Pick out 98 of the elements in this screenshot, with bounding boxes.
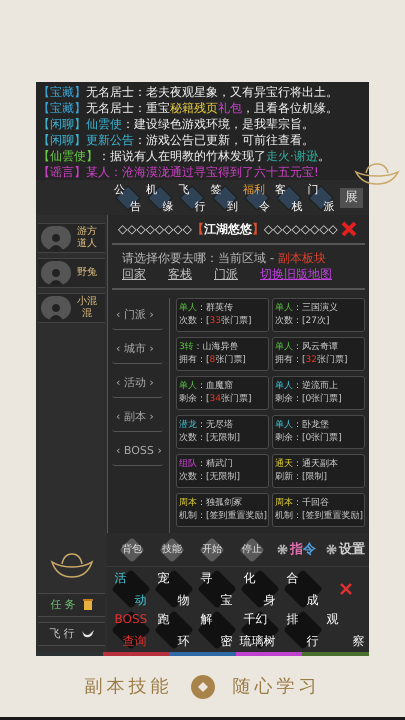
avatar-icon [41,226,71,250]
menu-button[interactable]: 宠 物 [154,571,192,608]
dungeon-info: 剩余：[0张门票] [275,393,343,406]
dungeon-card[interactable]: 单人：血魔窟 剩余：[34张门票] [176,376,269,410]
dungeon-card[interactable]: 潜龙：无尽塔 次数：[无限制] [176,415,269,449]
tab-strip-segment[interactable] [302,652,369,656]
category-tab[interactable]: ‹ BOSS › [112,438,163,466]
menu-button[interactable]: 活 动 [112,571,150,608]
dungeon-info: 剩余：[34张门票] [179,393,252,406]
map-link[interactable]: 切换旧版地图 [260,267,332,282]
chat-message: 【宝藏】无名居士：重宝秘籍残页礼包，且看各位机缘。 [38,100,339,116]
avatar-icon [41,296,71,320]
side-button[interactable]: 飞行 [38,622,105,646]
nav-button[interactable]: 机 缘 [146,182,174,212]
nav-button[interactable]: 门 派 [307,182,335,212]
prompt-text: 请选择你要去哪：当前区域 - 副本板块 [122,251,327,266]
map-link[interactable]: 门派 [214,267,238,282]
dungeon-info: 机制：[签到重置奖励] [179,510,266,523]
nav-button[interactable]: 客 栈 [275,182,302,212]
npc-card[interactable]: 野兔 [38,258,105,288]
nav-button[interactable]: 公 告 [114,182,142,212]
nav-button[interactable]: 签 到 [210,182,238,212]
menu-button[interactable]: 解 密 [198,612,236,648]
tab-strip-segment[interactable] [169,652,236,656]
scroll-icon [82,599,92,611]
dungeon-card[interactable]: 单人：逆流而上 剩余：[0张门票] [272,376,365,410]
dungeon-name: 潜龙：无尽塔 [179,419,234,432]
menu-button[interactable]: 千幻 琉璃树 [240,612,278,648]
dungeon-card[interactable]: 组队：精武门 次数：[无限制] [176,454,269,488]
npc-card[interactable]: 小混混 [38,293,105,323]
menu-button[interactable]: 化 身 [240,571,278,608]
dungeon-name: 单人：血魔窟 [179,380,234,393]
dungeon-card[interactable]: 通天：通天副本 刷新：[限制] [272,454,365,488]
chat-message: 【仙雲使】：据说有人在明教的竹林发现了走火·谢逊。 [38,148,331,164]
dialog-title: ◇◇◇◇◇◇◇◇【江湖悠悠】◇◇◇◇◇◇◇◇ [118,221,338,238]
nav-button[interactable]: 福利 令 [242,182,270,212]
dungeon-name: 单人：逆流而上 [275,380,339,393]
dungeon-info: 次数：[27次] [275,315,330,328]
dungeon-name: 周本：独孤剑冢 [179,497,243,510]
dungeon-name: 通天：通天副本 [275,458,339,471]
tab-strip-segment[interactable] [102,652,170,656]
gear-icon [277,544,288,555]
dungeon-card[interactable]: 单人：卧龙堡 剩余：[0张门票] [272,415,365,449]
map-link[interactable]: 回家 [122,267,146,282]
tab-strip-segment[interactable] [36,652,103,656]
dungeon-info: 拥有：[32张门票] [275,354,348,367]
dungeon-info: 机制：[签到重置奖励] [275,510,362,523]
menu-button[interactable]: 合 成 [284,571,322,608]
category-tab[interactable]: ‹ 副本 › [112,404,163,432]
command-button[interactable]: 设置 [326,536,365,562]
dungeon-name: 单人：群英传 [179,302,234,315]
ingot-drawing [48,552,94,580]
npc-name: 野兔 [76,267,98,279]
dungeon-card[interactable]: 3转：山海异兽 拥有：[8张门票] [176,337,269,371]
dungeon-info: 拥有：[8张门票] [179,354,247,367]
dungeon-name: 组队：精武门 [179,458,234,471]
dungeon-name: 3转：山海异兽 [179,341,240,354]
avatar-icon [41,261,71,285]
close-button[interactable] [339,219,359,239]
dungeon-info: 次数：[33张门票] [179,315,252,328]
caption-text: 随心学习 [232,675,320,699]
dungeon-card[interactable]: 周本：独孤剑冢 机制：[签到重置奖励] [176,493,269,527]
npc-name: 小混混 [76,296,98,320]
dungeon-name: 单人：卧龙堡 [275,419,330,432]
dungeon-info: 刷新：[限制] [275,471,328,484]
coin-icon [190,674,214,698]
menu-button[interactable]: 寻 宝 [198,571,236,608]
dungeon-card[interactable]: 单人：群英传 次数：[33张门票] [176,298,269,332]
dungeon-card[interactable]: 单人：三国演义 次数：[27次] [272,298,365,332]
dungeon-info: 次数：[无限制] [179,471,242,484]
dungeon-name: 周本：千回谷 [275,497,330,510]
chat-message: 【闲聊】仙雲使：建设绿色游戏环境，是我辈宗旨。 [38,116,315,132]
menu-button[interactable]: 跑 环 [154,612,192,648]
menu-button[interactable]: BOSS 查询 [112,612,150,648]
nav-button[interactable]: 飞 行 [178,182,206,212]
dungeon-name: 单人：三国演义 [275,302,339,315]
category-tab[interactable]: ‹ 门派 › [112,302,163,330]
chat-message: 【宝藏】无名居士：老夫夜观星象，又有异宝行将出土。 [38,84,339,100]
dungeon-card[interactable]: 单人：风云奇谭 拥有：[32张门票] [272,337,365,371]
map-link[interactable]: 客栈 [168,267,192,282]
chat-message: 【谣言】某人：沧海漠泷通过寻宝得到了六十五元宝! [38,164,320,180]
dungeon-info: 次数：[无限制] [179,432,242,445]
dungeon-card[interactable]: 周本：千回谷 机制：[签到重置奖励] [272,493,365,527]
category-tab[interactable]: ‹ 城市 › [112,336,163,364]
dungeon-info: 剩余：[0张门票] [275,432,343,445]
tab-strip-segment[interactable] [236,652,302,656]
command-button[interactable]: 指令 [277,536,316,562]
menu-button[interactable]: 排 行 [284,612,322,648]
category-tab[interactable]: ‹ 活动 › [112,370,163,398]
chat-message: 【闲聊】更新公告：游戏公告已更新，可前往查看。 [38,132,315,148]
dungeon-name: 单人：风云奇谭 [275,341,339,354]
menu-button[interactable]: 观 察 [326,612,364,648]
npc-name: 游方道人 [76,226,98,250]
expand-button[interactable]: 展 [340,188,363,208]
npc-card[interactable]: 游方道人 [38,223,105,253]
caption-text: 副本技能 [84,675,172,699]
side-button[interactable]: 任务 [38,593,105,617]
gear-icon [326,544,337,555]
